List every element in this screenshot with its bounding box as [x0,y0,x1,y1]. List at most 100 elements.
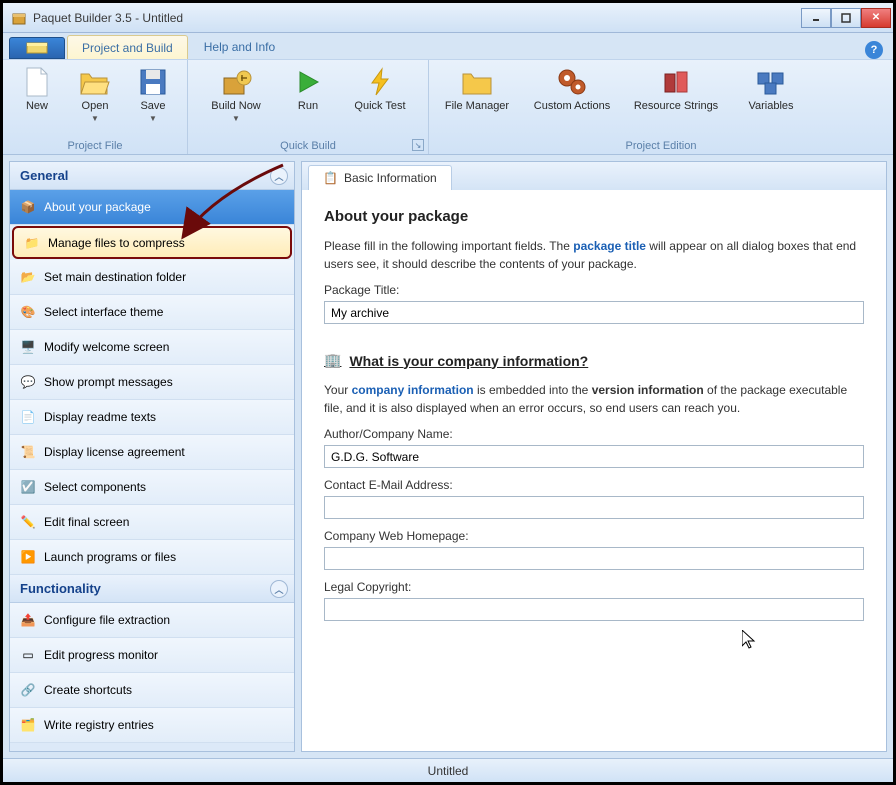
nav-manage-files[interactable]: 📁Manage files to compress [12,226,292,259]
dropdown-arrow-icon: ▼ [149,114,157,123]
content-panel: 📋 Basic Information About your package P… [301,161,887,752]
help-icon[interactable]: ? [865,41,883,59]
homepage-label: Company Web Homepage: [324,529,864,543]
new-file-icon [21,66,53,98]
folder-icon: 📂 [20,269,36,285]
package-title-link[interactable]: package title [573,239,646,253]
build-now-button[interactable]: Build Now ▼ [196,64,276,123]
variables-button[interactable]: Variables [731,64,811,112]
package-title-input[interactable] [324,301,864,324]
close-button[interactable]: ✕ [861,8,891,28]
open-button[interactable]: Open ▼ [69,64,121,123]
content-body: About your package Please fill in the fo… [302,190,886,751]
copyright-label: Legal Copyright: [324,580,864,594]
launch-icon: ▶️ [20,549,36,565]
nav-final-screen[interactable]: ✏️Edit final screen [10,505,294,540]
lightning-icon [364,66,396,98]
variables-icon [755,66,787,98]
maximize-button[interactable] [831,8,861,28]
screen-icon: 🖥️ [20,339,36,355]
resource-strings-button[interactable]: Resource Strings [627,64,725,112]
ribbon-group-project-file: New Open ▼ Save ▼ Project File [3,60,188,154]
group-launcher[interactable]: ↘ [412,139,424,151]
ribbon: New Open ▼ Save ▼ Project File Build Now… [3,59,893,155]
nav-panel: General ︿ 📦About your package 📁Manage fi… [9,161,295,752]
nav-destination-folder[interactable]: 📂Set main destination folder [10,260,294,295]
nav-file-extraction[interactable]: 📤Configure file extraction [10,603,294,638]
edit-icon: ✏️ [20,514,36,530]
homepage-input[interactable] [324,547,864,570]
build-icon [220,66,252,98]
nav-select-components[interactable]: ☑️Select components [10,470,294,505]
window-title: Paquet Builder 3.5 - Untitled [33,11,801,25]
nav-launch-programs[interactable]: ▶️Launch programs or files [10,540,294,575]
nav-list-functionality: 📤Configure file extraction ▭Edit progres… [10,603,294,743]
nav-progress-monitor[interactable]: ▭Edit progress monitor [10,638,294,673]
ribbon-group-quick-build: Build Now ▼ Run Quick Test Quick Build ↘ [188,60,429,154]
info-icon: 📋 [323,171,338,185]
license-icon: 📜 [20,444,36,460]
page-title: About your package [324,208,864,225]
shortcut-icon: 🔗 [20,682,36,698]
company-intro: Your company information is embedded int… [324,381,864,417]
custom-actions-button[interactable]: Custom Actions [523,64,621,112]
extract-icon: 📤 [20,612,36,628]
nav-list-general: 📦About your package 📁Manage files to com… [10,190,294,575]
cursor-icon [742,630,756,650]
tab-help-info[interactable]: Help and Info [190,35,289,59]
progress-icon: ▭ [20,647,36,663]
nav-registry-entries[interactable]: 🗂️Write registry entries [10,708,294,743]
save-button[interactable]: Save ▼ [127,64,179,123]
collapse-icon[interactable]: ︿ [270,167,288,185]
package-icon: 📦 [20,199,36,215]
company-section-title: 🏢 What is your company information? [324,352,864,369]
building-icon: 🏢 [324,352,341,369]
titlebar: Paquet Builder 3.5 - Untitled ✕ [3,3,893,33]
status-text: Untitled [428,764,469,778]
text-icon: 📄 [20,409,36,425]
app-icon [11,10,27,26]
nav-license-agreement[interactable]: 📜Display license agreement [10,435,294,470]
copyright-input[interactable] [324,598,864,621]
collapse-icon[interactable]: ︿ [270,580,288,598]
tab-project-build[interactable]: Project and Build [67,35,188,59]
ribbon-tab-strip: Project and Build Help and Info ? [3,33,893,59]
nav-interface-theme[interactable]: 🎨Select interface theme [10,295,294,330]
nav-header-general[interactable]: General ︿ [10,162,294,190]
theme-icon: 🎨 [20,304,36,320]
nav-header-functionality[interactable]: Functionality ︿ [10,575,294,603]
nav-readme-texts[interactable]: 📄Display readme texts [10,400,294,435]
author-label: Author/Company Name: [324,427,864,441]
author-input[interactable] [324,445,864,468]
content-tabstrip: 📋 Basic Information [302,162,886,190]
run-button[interactable]: Run [282,64,334,112]
nav-create-shortcuts[interactable]: 🔗Create shortcuts [10,673,294,708]
save-icon [137,66,169,98]
email-label: Contact E-Mail Address: [324,478,864,492]
new-button[interactable]: New [11,64,63,112]
gears-icon [556,66,588,98]
file-manager-button[interactable]: File Manager [437,64,517,112]
nav-about-package[interactable]: 📦About your package [10,190,294,225]
company-info-link[interactable]: company information [352,383,474,397]
quick-test-button[interactable]: Quick Test [340,64,420,112]
tab-basic-information[interactable]: 📋 Basic Information [308,165,452,190]
app-menu-button[interactable] [9,37,65,59]
nav-welcome-screen[interactable]: 🖥️Modify welcome screen [10,330,294,365]
statusbar: Untitled [3,758,893,782]
open-folder-icon [79,66,111,98]
resource-icon [660,66,692,98]
intro-paragraph: Please fill in the following important f… [324,237,864,273]
package-title-label: Package Title: [324,283,864,297]
email-input[interactable] [324,496,864,519]
registry-icon: 🗂️ [20,717,36,733]
files-icon: 📁 [24,235,40,251]
message-icon: 💬 [20,374,36,390]
components-icon: ☑️ [20,479,36,495]
ribbon-group-project-edition: File Manager Custom Actions Resource Str… [429,60,893,154]
nav-prompt-messages[interactable]: 💬Show prompt messages [10,365,294,400]
folder-icon [461,66,493,98]
run-icon [292,66,324,98]
minimize-button[interactable] [801,8,831,28]
dropdown-arrow-icon: ▼ [91,114,99,123]
